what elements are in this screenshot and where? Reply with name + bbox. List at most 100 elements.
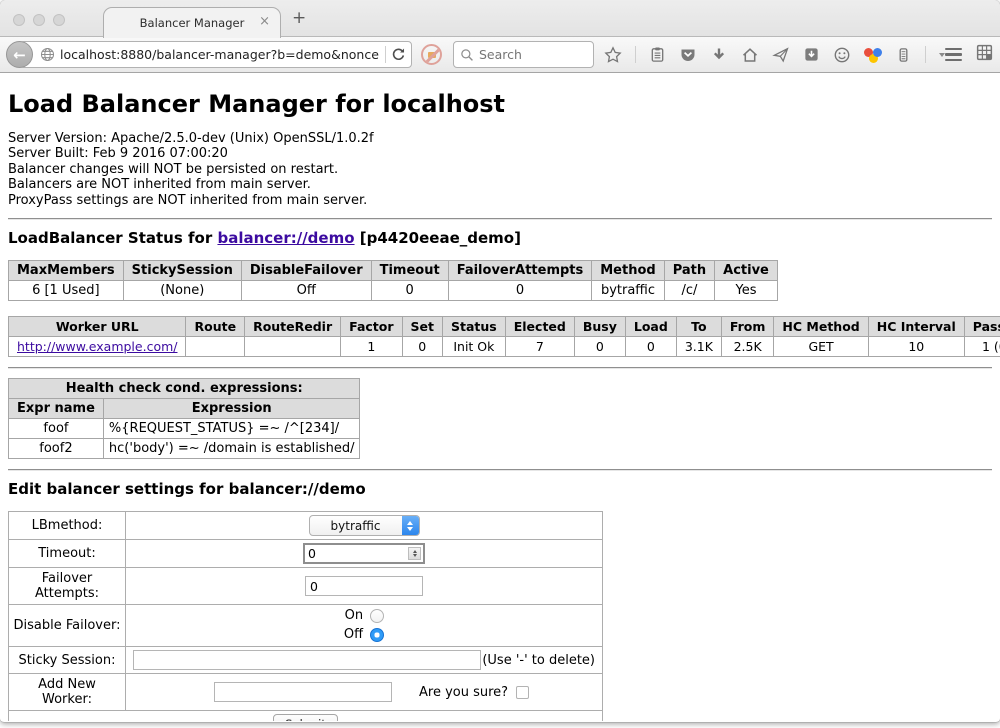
download-icon[interactable] xyxy=(710,46,728,64)
zoom-window-button[interactable] xyxy=(53,14,65,26)
column-header: DisableFailover xyxy=(241,261,371,281)
new-tab-button[interactable]: + xyxy=(292,8,306,28)
submit-button[interactable]: Submit xyxy=(273,714,338,721)
column-header: Busy xyxy=(574,317,625,337)
cell-failoverattempts: 0 xyxy=(448,281,592,301)
table-row: http://www.example.com/ 1 0 Init Ok 7 0 … xyxy=(9,337,1000,357)
box-download-icon[interactable] xyxy=(803,46,820,63)
lbmethod-label: LBmethod: xyxy=(9,512,126,540)
add-worker-input[interactable] xyxy=(214,682,392,702)
timeout-input[interactable] xyxy=(305,545,406,562)
back-button[interactable]: ← xyxy=(6,41,33,68)
clipboard-icon[interactable] xyxy=(649,46,666,63)
column-header: Expr name xyxy=(9,399,104,419)
column-header: Method xyxy=(592,261,664,281)
cell-timeout: 0 xyxy=(371,281,448,301)
cell-method: bytraffic xyxy=(592,281,664,301)
minimize-window-button[interactable] xyxy=(33,14,45,26)
cell-busy: 0 xyxy=(574,337,625,357)
add-worker-label: Add New Worker: xyxy=(9,674,126,711)
worker-table: Worker URL Route RouteRedir Factor Set S… xyxy=(8,316,1000,357)
radio-off[interactable] xyxy=(370,628,384,642)
cell-expr-name: foof xyxy=(9,419,104,439)
cell-expression: %{REQUEST_STATUS} =~ /^[234]/ xyxy=(103,419,360,439)
sticky-session-label: Sticky Session: xyxy=(9,647,126,674)
tab-bar: Balancer Manager × + xyxy=(0,0,1000,37)
cell-elected: 7 xyxy=(505,337,574,357)
column-header: HC Interval xyxy=(868,317,964,337)
failover-attempts-row: Failover Attempts: xyxy=(9,568,603,605)
send-icon[interactable] xyxy=(772,46,790,64)
battery-icon[interactable] xyxy=(895,46,912,64)
window-controls xyxy=(13,14,65,26)
server-info: Server Version: Apache/2.5.0-dev (Unix) … xyxy=(8,131,992,208)
are-you-sure-checkbox[interactable] xyxy=(516,686,529,699)
column-header: FailoverAttempts xyxy=(448,261,592,281)
cell-expression: hc('body') =~ /domain is established/ xyxy=(103,439,360,459)
status-heading-suffix: [p4420eeae_demo] xyxy=(355,229,521,247)
close-tab-icon[interactable]: × xyxy=(259,15,270,28)
failover-attempts-input[interactable] xyxy=(305,576,423,596)
cell-to: 3.1K xyxy=(676,337,721,357)
table-row: foof %{REQUEST_STATUS} =~ /^[234]/ xyxy=(9,419,360,439)
number-spinner-icon[interactable] xyxy=(408,547,421,560)
health-check-table: Health check cond. expressions: Expr nam… xyxy=(8,378,360,459)
cell-maxmembers: 6 [1 Used] xyxy=(9,281,124,301)
divider xyxy=(8,469,992,471)
select-stepper-icon xyxy=(402,515,419,536)
page-content: Load Balancer Manager for localhost Serv… xyxy=(0,73,1000,721)
url-bar[interactable] xyxy=(20,41,412,68)
server-version-line: Server Version: Apache/2.5.0-dev (Unix) … xyxy=(8,131,992,146)
column-header: Worker URL xyxy=(9,317,186,337)
timeout-row: Timeout: xyxy=(9,540,603,568)
submit-row: Submit xyxy=(9,711,603,721)
cell-expr-name: foof2 xyxy=(9,439,104,459)
star-icon[interactable] xyxy=(604,46,622,64)
colored-dots-icon[interactable] xyxy=(864,46,882,64)
column-header: Timeout xyxy=(371,261,448,281)
blocked-content-icon[interactable] xyxy=(421,44,442,65)
proxypass-note-line: ProxyPass settings are NOT inherited fro… xyxy=(8,193,992,208)
column-header: Factor xyxy=(341,317,402,337)
timeout-input-wrap xyxy=(303,543,425,564)
smiley-icon[interactable] xyxy=(833,46,851,64)
close-window-button[interactable] xyxy=(13,14,25,26)
balancer-demo-link[interactable]: balancer://demo xyxy=(217,229,354,247)
search-input[interactable] xyxy=(479,47,587,62)
status-heading: LoadBalancer Status for balancer://demo … xyxy=(8,229,992,247)
cell-from: 2.5K xyxy=(721,337,774,357)
health-table-title: Health check cond. expressions: xyxy=(9,379,360,399)
search-icon xyxy=(460,48,474,62)
pocket-icon[interactable] xyxy=(679,46,697,64)
column-header: Passes xyxy=(964,317,1000,337)
cell-active: Yes xyxy=(715,281,778,301)
cell-disablefailover: Off xyxy=(241,281,371,301)
cell-status: Init Ok xyxy=(443,337,506,357)
sticky-session-input[interactable] xyxy=(133,650,481,670)
browser-tab[interactable]: Balancer Manager × xyxy=(103,7,281,38)
lbmethod-selected-value: bytraffic xyxy=(310,519,402,533)
toolbar-divider xyxy=(925,46,926,63)
radio-on[interactable] xyxy=(370,609,384,623)
column-header: To xyxy=(676,317,721,337)
reload-icon[interactable] xyxy=(391,47,406,62)
column-header: Route xyxy=(186,317,245,337)
lbmethod-select[interactable]: bytraffic xyxy=(309,515,420,536)
tab-title: Balancer Manager xyxy=(140,16,245,30)
url-input[interactable] xyxy=(60,47,380,62)
table-row: 6 [1 Used] (None) Off 0 0 bytraffic /c/ … xyxy=(9,281,778,301)
column-header: Status xyxy=(443,317,506,337)
menu-icon[interactable] xyxy=(945,48,962,62)
disable-failover-row: Disable Failover: On Off xyxy=(9,605,603,647)
home-icon[interactable] xyxy=(741,46,759,64)
cell-load: 0 xyxy=(625,337,676,357)
edit-balancer-form: LBmethod: bytraffic Timeout: xyxy=(8,511,603,721)
cell-path: /c/ xyxy=(664,281,714,301)
worker-url-link[interactable]: http://www.example.com/ xyxy=(17,339,177,354)
column-header: Active xyxy=(715,261,778,281)
are-you-sure-label: Are you sure? xyxy=(419,685,508,700)
search-bar[interactable] xyxy=(453,41,594,68)
grid-icon[interactable] xyxy=(975,43,994,66)
column-header: Expression xyxy=(103,399,360,419)
column-header: From xyxy=(721,317,774,337)
